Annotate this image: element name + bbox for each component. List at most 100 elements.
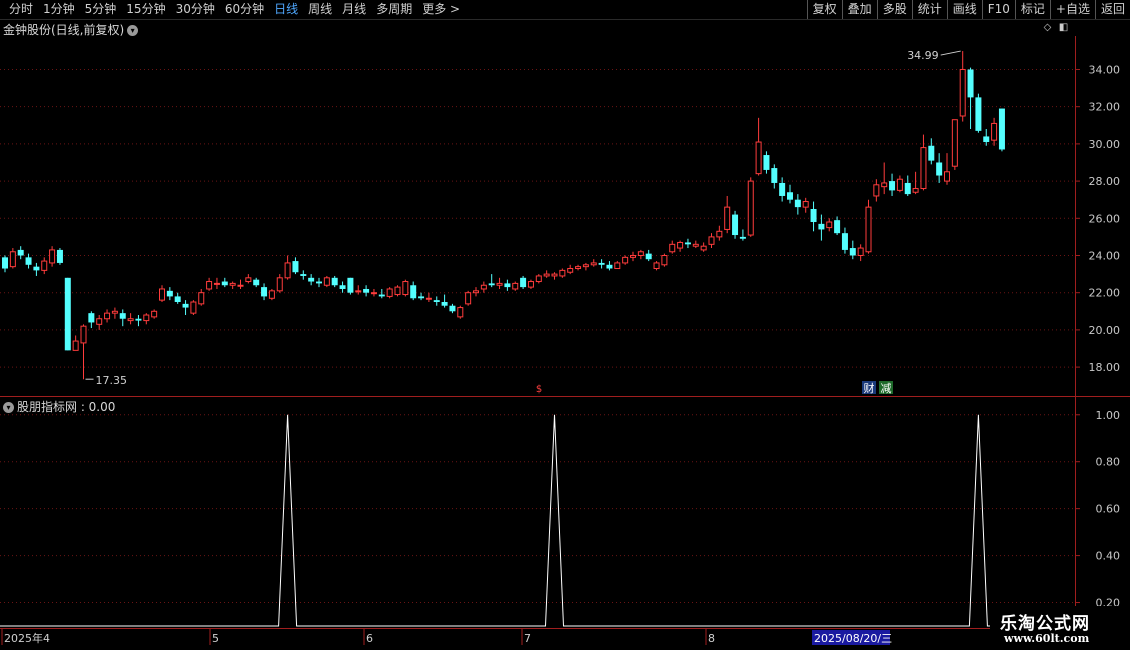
- candle-body: [363, 288, 370, 293]
- candle-body: [72, 340, 79, 351]
- candle-body: [606, 264, 613, 269]
- low-price-label: 17.35: [96, 374, 128, 387]
- candle-body: [991, 122, 998, 141]
- candle-body: [810, 208, 817, 223]
- candle-body: [394, 286, 401, 296]
- watermark-logo: 乐淘公式网: [1000, 614, 1090, 634]
- candle-body: [598, 262, 605, 265]
- candle-body: [96, 318, 103, 325]
- kline-chart[interactable]: 34.00 32.00 30.00 28.00 26.00 24.00 22.00 20.00…: [0, 0, 1130, 650]
- event-marker-dollar: $: [536, 384, 542, 395]
- candle-body: [64, 277, 71, 351]
- candle-body: [582, 264, 589, 268]
- candle-body: [716, 230, 723, 238]
- candle-body: [944, 171, 950, 182]
- candle-body: [622, 256, 629, 264]
- candle-body: [520, 277, 527, 288]
- candle-body: [425, 297, 432, 300]
- candle-body: [331, 277, 338, 286]
- price-tick-label: 20.00: [1089, 324, 1121, 337]
- candle-body: [378, 294, 385, 297]
- candle-body: [779, 182, 786, 196]
- candle-body: [551, 273, 558, 277]
- candle-body: [904, 182, 911, 195]
- candle-body: [166, 290, 173, 297]
- candle-body: [512, 282, 519, 290]
- candle-body: [135, 318, 142, 321]
- price-tick-label: 22.00: [1089, 287, 1121, 300]
- candle-body: [143, 314, 150, 322]
- indicator-tick-label: 1.00: [1096, 409, 1121, 422]
- candle-body: [865, 206, 872, 253]
- event-marker-jian: 减: [881, 382, 892, 395]
- candle-body: [724, 206, 731, 230]
- candle-body: [433, 300, 440, 302]
- candle-body: [653, 262, 660, 270]
- candle-body: [928, 145, 935, 161]
- price-tick-label: 28.00: [1089, 175, 1121, 188]
- price-tick-label: 30.00: [1089, 138, 1121, 151]
- indicator-tick-label: 0.60: [1096, 503, 1121, 516]
- candle-body: [151, 310, 158, 318]
- date-label: 7: [524, 632, 531, 645]
- candle-body: [347, 277, 354, 293]
- candle-body: [841, 233, 848, 250]
- watermark-url: www.60lt.com: [1004, 632, 1090, 645]
- candle-body: [316, 281, 322, 284]
- candle-body: [355, 290, 362, 293]
- candle-body: [590, 262, 597, 266]
- price-tick-label: 26.00: [1089, 212, 1121, 225]
- price-tick-label: 34.00: [1089, 63, 1121, 76]
- candle-body: [488, 283, 495, 286]
- candle-body: [700, 245, 707, 251]
- candle-body: [755, 141, 762, 175]
- candle-body: [637, 251, 644, 256]
- candle-body: [826, 221, 833, 229]
- candle-body: [787, 192, 793, 200]
- candle-body: [284, 262, 291, 279]
- candle-body: [268, 290, 275, 299]
- candle-body: [496, 282, 503, 286]
- indicator-tick-label: 0.80: [1096, 456, 1121, 469]
- candle-body: [80, 325, 87, 344]
- candle-body: [308, 277, 315, 282]
- candle-body: [213, 282, 220, 285]
- candle-body: [559, 269, 566, 277]
- candle-body: [237, 284, 244, 287]
- price-tick-label: 24.00: [1089, 249, 1121, 262]
- candle-body: [473, 290, 479, 294]
- candle-body: [975, 97, 982, 131]
- candle-body: [221, 281, 228, 286]
- candle-body: [206, 281, 213, 290]
- candle-body: [441, 301, 448, 306]
- candle-body: [56, 249, 63, 263]
- candle-body: [661, 254, 668, 266]
- price-tick-label: 32.00: [1089, 101, 1121, 114]
- candle-body: [708, 236, 715, 245]
- candle-body: [410, 285, 417, 299]
- candle-body: [771, 168, 778, 183]
- candle-body: [834, 220, 841, 234]
- candle-body: [504, 283, 511, 288]
- candle-body: [104, 312, 111, 320]
- candle-body: [920, 147, 927, 190]
- candle-body: [535, 275, 542, 283]
- candle-body: [912, 188, 919, 193]
- candle-body: [402, 281, 409, 296]
- candle-body: [849, 248, 856, 256]
- candle-body: [614, 262, 621, 270]
- candle-body: [41, 260, 48, 271]
- candle-body: [457, 307, 464, 318]
- candle-body: [480, 284, 487, 290]
- candle-body: [732, 214, 739, 236]
- candle-body: [339, 285, 346, 289]
- candle-body: [25, 257, 32, 265]
- cursor-date-label: 2025/08/20/三: [814, 632, 892, 645]
- candle-body: [190, 301, 197, 314]
- indicator-tick-label: 0.40: [1096, 550, 1121, 563]
- candle-body: [677, 241, 684, 249]
- candle-body: [645, 253, 652, 260]
- candle-body: [245, 277, 252, 283]
- candle-body: [818, 223, 825, 230]
- candle-body: [198, 292, 205, 305]
